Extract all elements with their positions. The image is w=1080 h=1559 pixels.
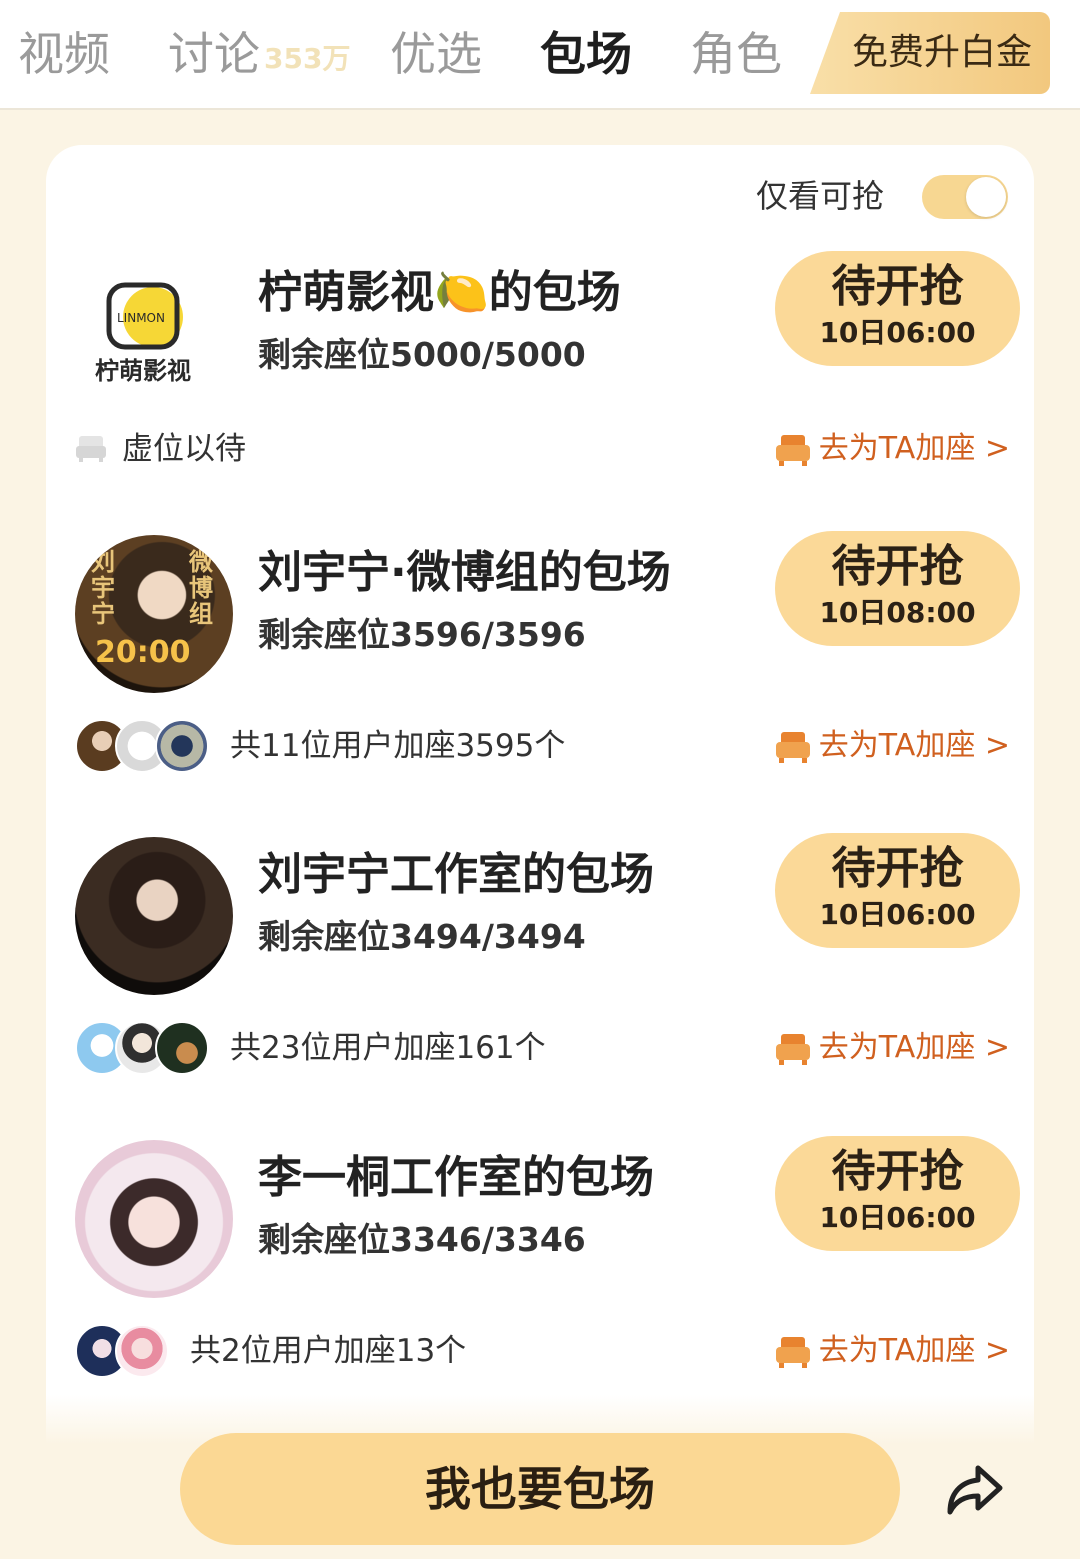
tab-discussion[interactable]: 讨论 353万 xyxy=(168,22,350,91)
tab-label: 讨论 xyxy=(168,27,260,81)
grab-button-label: 待开抢 xyxy=(831,541,964,592)
booking-entry: LINMON 柠萌影视 柠萌影视🍋的包场 剩余座位5000/5000 待开抢 1… xyxy=(46,251,1034,555)
linmon-logo: LINMON 柠萌影视 xyxy=(95,282,191,385)
remaining-seats: 剩余座位3596/3596 xyxy=(258,615,586,654)
sofa-icon xyxy=(775,435,810,466)
tab-label: 优选 xyxy=(390,27,482,81)
avatar[interactable] xyxy=(75,837,233,995)
filter-label: 仅看可抢 xyxy=(755,177,884,215)
sofa-icon xyxy=(775,1337,810,1368)
add-seat-link[interactable]: 去为TA加座 > xyxy=(775,1027,1010,1069)
filter-toggle[interactable] xyxy=(922,175,1008,219)
grab-button[interactable]: 待开抢 10日08:00 xyxy=(775,531,1020,646)
sofa-icon xyxy=(775,732,810,763)
remaining-seats: 剩余座位5000/5000 xyxy=(258,335,586,374)
booking-title: 柠萌影视🍋的包场 xyxy=(258,267,621,318)
booking-title: 刘宇宁·微博组的包场 xyxy=(258,547,671,598)
grab-button-label: 待开抢 xyxy=(831,261,964,312)
grab-button-label: 待开抢 xyxy=(831,1146,964,1197)
footer-text: 共2位用户加座13个 xyxy=(190,1333,467,1369)
avatar xyxy=(155,719,209,773)
remaining-seats: 剩余座位3494/3494 xyxy=(258,917,586,956)
entry-footer: 虚位以待 去为TA加座 > xyxy=(75,420,1010,478)
grab-button-time: 10日08:00 xyxy=(819,596,976,629)
grab-button[interactable]: 待开抢 10日06:00 xyxy=(775,833,1020,948)
share-icon[interactable] xyxy=(944,1462,1004,1518)
booking-title: 刘宇宁工作室的包场 xyxy=(258,849,654,900)
avatar xyxy=(115,1324,169,1378)
booking-list-card: 仅看可抢 LINMON 柠萌影视 柠萌影视🍋的包场 剩余座位5000/5000 … xyxy=(46,145,1034,1475)
sofa-icon xyxy=(775,1034,810,1065)
footer-text: 共11位用户加座3595个 xyxy=(230,728,566,764)
avatar[interactable]: LINMON 柠萌影视 xyxy=(75,255,233,413)
tab-characters[interactable]: 角色 xyxy=(690,22,782,86)
footer-text: 共23位用户加座161个 xyxy=(230,1030,546,1066)
logo-caption: 柠萌影视 xyxy=(95,357,191,385)
create-booking-button[interactable]: 我也要包场 xyxy=(180,1433,900,1545)
toggle-knob xyxy=(966,177,1006,217)
add-seat-label: 去为TA加座 > xyxy=(818,431,1010,466)
tab-count-badge: 353万 xyxy=(264,42,351,75)
grab-button[interactable]: 待开抢 10日06:00 xyxy=(775,251,1020,366)
top-tab-bar: 视频 讨论 353万 优选 包场 角色 免费升白金 xyxy=(0,0,1080,110)
grab-button-time: 10日06:00 xyxy=(819,316,976,349)
avatar xyxy=(155,1021,209,1075)
grab-button-label: 待开抢 xyxy=(831,843,964,894)
avatar-overlay-text: 刘宇宁 xyxy=(91,548,115,628)
seat-icon xyxy=(76,436,106,462)
entry-footer: 共2位用户加座13个 去为TA加座 > xyxy=(75,1322,1010,1380)
footer-text: 虚位以待 xyxy=(122,431,246,467)
add-seat-link[interactable]: 去为TA加座 > xyxy=(775,428,1010,470)
add-seat-link[interactable]: 去为TA加座 > xyxy=(775,1330,1010,1372)
tab-video[interactable]: 视频 xyxy=(18,22,110,86)
add-seat-label: 去为TA加座 > xyxy=(818,1030,1010,1065)
grab-button[interactable]: 待开抢 10日06:00 xyxy=(775,1136,1020,1251)
logo-text: LINMON xyxy=(117,311,165,325)
booking-title: 李一桐工作室的包场 xyxy=(258,1152,654,1203)
avatar[interactable] xyxy=(75,1140,233,1298)
add-seat-label: 去为TA加座 > xyxy=(818,728,1010,763)
grab-button-time: 10日06:00 xyxy=(819,898,976,931)
avatar[interactable]: 刘宇宁 微博组 20:00 xyxy=(75,535,233,693)
upgrade-vip-button[interactable]: 免费升白金 xyxy=(810,12,1050,94)
grab-button-time: 10日06:00 xyxy=(819,1201,976,1234)
add-seat-label: 去为TA加座 > xyxy=(818,1333,1010,1368)
entry-footer: 共23位用户加座161个 去为TA加座 > xyxy=(75,1019,1010,1077)
entry-footer: 共11位用户加座3595个 去为TA加座 > xyxy=(75,717,1010,775)
remaining-seats: 剩余座位3346/3346 xyxy=(258,1220,586,1259)
avatar-overlay-text: 微博组 xyxy=(189,548,213,628)
booking-entry: 刘宇宁工作室的包场 剩余座位3494/3494 待开抢 10日06:00 共23… xyxy=(46,833,1034,1137)
tab-selected[interactable]: 优选 xyxy=(390,22,482,86)
tab-label: 视频 xyxy=(18,27,110,81)
booking-entry: 刘宇宁 微博组 20:00 刘宇宁·微博组的包场 剩余座位3596/3596 待… xyxy=(46,531,1034,835)
add-seat-link[interactable]: 去为TA加座 > xyxy=(775,725,1010,767)
tab-booking[interactable]: 包场 xyxy=(540,22,632,86)
tab-label: 角色 xyxy=(690,27,782,81)
avatar-overlay-time: 20:00 xyxy=(95,635,191,670)
tab-label: 包场 xyxy=(540,27,632,81)
